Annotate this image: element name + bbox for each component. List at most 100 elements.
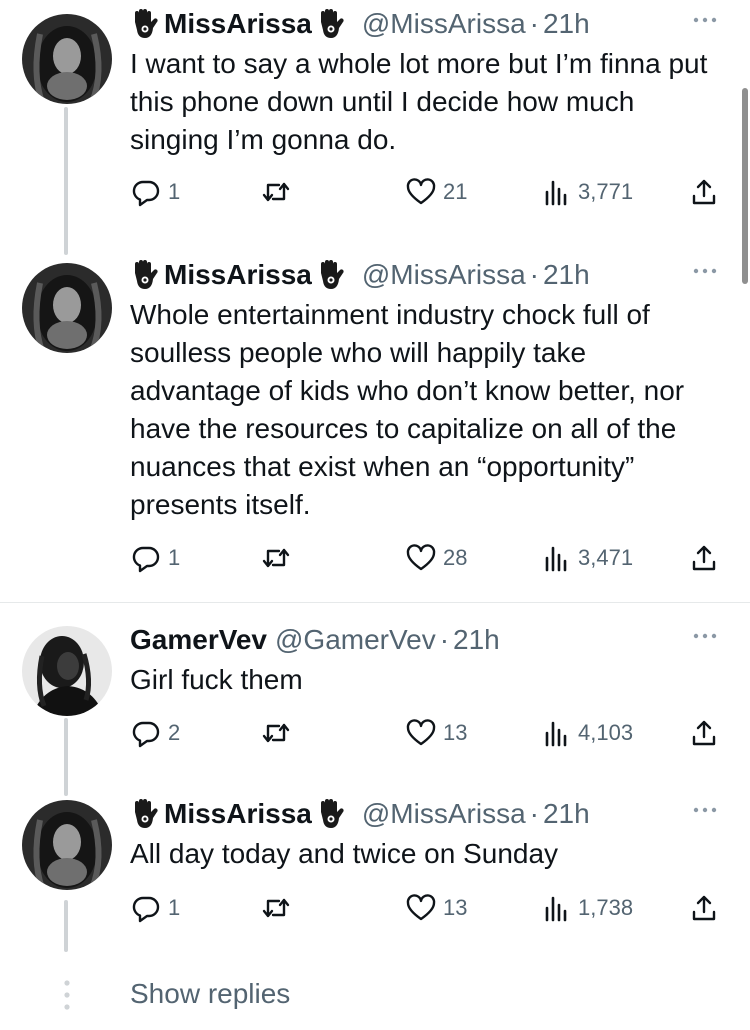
hamsa-icon [316,259,346,291]
reply-button[interactable]: 1 [130,888,180,928]
share-button[interactable] [688,713,720,753]
share-icon [688,176,720,208]
heart-icon [405,892,437,924]
reply-button[interactable]: 1 [130,538,180,578]
share-icon [688,717,720,749]
retweet-button[interactable] [260,538,298,578]
tweet-header: MissArissa @MissArissa · 21h [130,4,714,44]
reply-count: 1 [168,895,181,920]
avatar[interactable] [22,263,112,353]
share-icon [688,892,720,924]
retweet-button[interactable] [260,888,298,928]
views-icon [540,542,572,574]
views-button[interactable]: 4,103 [540,713,633,753]
hamsa-icon [130,798,160,830]
tweet-actions: 2 13 4,103 [130,713,730,753]
reply-count: 2 [168,720,181,745]
tweet-text: All day today and twice on Sunday [130,838,559,869]
like-button[interactable]: 28 [405,538,467,578]
view-count: 3,471 [578,545,634,570]
retweet-icon [260,542,292,574]
like-button[interactable]: 21 [405,172,467,212]
view-count: 1,738 [578,895,634,920]
tweet-text: I want to say a whole lot more but I’m f… [130,48,708,155]
tweet[interactable]: MissArissa @MissArissa · 21h All day tod… [0,794,750,944]
avatar[interactable] [22,800,112,890]
hamsa-icon [316,798,346,830]
like-count: 28 [443,545,468,570]
tweet-header: GamerVev @GamerVev · 21h [130,620,714,660]
views-button[interactable]: 3,771 [540,172,633,212]
reply-count: 1 [168,179,181,204]
tweet-actions: 1 21 3,771 [130,172,730,212]
display-name[interactable]: GamerVev [130,624,267,656]
views-button[interactable]: 3,471 [540,538,633,578]
view-count: 4,103 [578,720,634,745]
reply-icon [130,176,162,208]
reply-icon [130,542,162,574]
heart-icon [405,542,437,574]
more-icon[interactable] [690,261,720,281]
show-replies-link[interactable]: Show replies [130,978,290,1010]
handle[interactable]: @MissArissa [362,259,526,291]
separator-dot: · [439,624,450,655]
retweet-button[interactable] [260,713,298,753]
view-count: 3,771 [578,179,634,204]
tweet[interactable]: MissArissa @MissArissa · 21h Whole enter… [0,255,750,595]
tweet-text: Whole entertainment industry chock full … [130,299,685,520]
reply-button[interactable]: 2 [130,713,180,753]
like-count: 21 [443,179,468,204]
share-icon [688,542,720,574]
retweet-button[interactable] [260,172,298,212]
retweet-icon [260,892,292,924]
heart-icon [405,717,437,749]
more-icon[interactable] [690,10,720,30]
timestamp[interactable]: 21h [543,798,590,830]
display-name[interactable]: MissArissa [164,259,312,291]
views-button[interactable]: 1,738 [540,888,633,928]
like-count: 13 [443,895,468,920]
show-replies-row[interactable]: Show replies [0,970,750,1020]
avatar[interactable] [22,626,112,716]
tweet-actions: 1 28 3,471 [130,538,730,578]
like-button[interactable]: 13 [405,888,467,928]
hamsa-icon [316,8,346,40]
hamsa-icon [130,8,160,40]
timestamp[interactable]: 21h [543,259,590,291]
tweet-header: MissArissa @MissArissa · 21h [130,255,714,295]
avatar[interactable] [22,14,112,104]
share-button[interactable] [688,172,720,212]
timestamp[interactable]: 21h [543,8,590,40]
like-count: 13 [443,720,468,745]
more-icon[interactable] [690,800,720,820]
views-icon [540,717,572,749]
views-icon [540,892,572,924]
separator-dot: · [529,798,539,829]
tweet-text: Girl fuck them [130,664,303,695]
display-name[interactable]: MissArissa [164,798,312,830]
handle[interactable]: @GamerVev [275,624,436,656]
separator-dot: · [529,8,539,39]
tweet[interactable]: GamerVev @GamerVev · 21h Girl fuck them … [0,620,750,770]
hamsa-icon [130,259,160,291]
tweet-header: MissArissa @MissArissa · 21h [130,794,714,834]
tweet-actions: 1 13 1,738 [130,888,730,928]
tweet-separator [0,602,750,603]
reply-button[interactable]: 1 [130,172,180,212]
retweet-icon [260,717,292,749]
reply-count: 1 [168,545,181,570]
views-icon [540,176,572,208]
handle[interactable]: @MissArissa [362,798,526,830]
share-button[interactable] [688,538,720,578]
tweet[interactable]: MissArissa @MissArissa · 21h I want to s… [0,4,750,224]
display-name[interactable]: MissArissa [164,8,312,40]
like-button[interactable]: 13 [405,713,467,753]
vertical-dots-icon [60,978,74,1012]
more-icon[interactable] [690,626,720,646]
timestamp[interactable]: 21h [453,624,500,656]
share-button[interactable] [688,888,720,928]
handle[interactable]: @MissArissa [362,8,526,40]
reply-icon [130,717,162,749]
reply-icon [130,892,162,924]
retweet-icon [260,176,292,208]
